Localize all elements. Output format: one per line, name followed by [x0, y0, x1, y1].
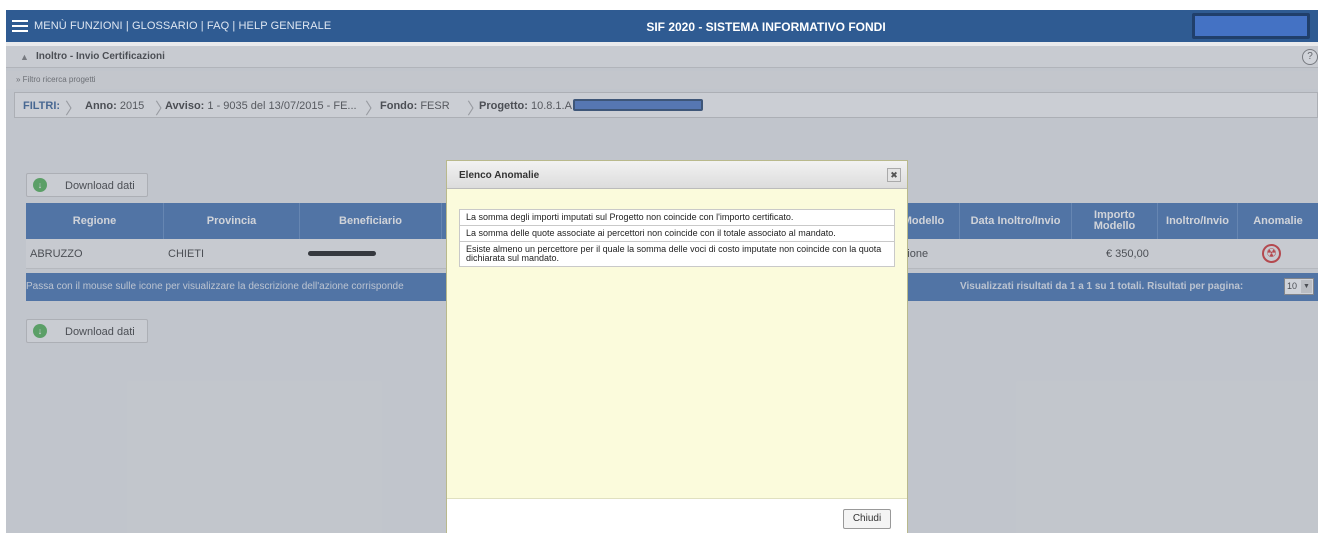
filter-anno-key: Anno: [85, 100, 117, 112]
col-regione[interactable]: Regione [26, 203, 164, 239]
list-item: Esiste almeno un percettore per il quale… [459, 242, 895, 267]
filter-progetto-key: Progetto: [479, 100, 528, 112]
dialog-footer: Chiudi [447, 498, 907, 533]
filter-toggle-label[interactable]: » Filtro ricerca progetti [16, 75, 96, 84]
dialog-title: Elenco Anomalie [459, 170, 540, 181]
filter-fondo-key: Fondo: [380, 100, 418, 112]
home-icon[interactable]: ▲ [20, 52, 29, 62]
col-data-inoltro[interactable]: Data Inoltro/Invio [960, 203, 1072, 239]
cell-importo: € 350,00 [1106, 248, 1149, 260]
pager-info: Visualizzati risultati da 1 a 1 su 1 tot… [960, 281, 1244, 292]
per-page-select[interactable]: 10 ▼ [1284, 278, 1314, 295]
cell-regione: ABRUZZO [30, 248, 83, 260]
download-icon: ↓ [33, 324, 47, 338]
close-icon[interactable]: ✖ [887, 168, 901, 182]
help-icon[interactable]: ? [1302, 49, 1318, 65]
breadcrumb: ▲ Inoltro - Invio Certificazioni ? [6, 46, 1318, 68]
filter-avviso-key: Avviso: [165, 100, 205, 112]
filter-anno-value: 2015 [119, 100, 145, 112]
cell-provincia: CHIETI [168, 248, 205, 260]
dialog-header: Elenco Anomalie ✖ [447, 161, 907, 189]
breadcrumb-page: Inoltro - Invio Certificazioni [36, 51, 165, 62]
download-label: Download dati [65, 180, 135, 192]
separator-icon: 〉 [65, 101, 82, 118]
chevron-down-icon: ▼ [1301, 280, 1312, 293]
beneficiario-redaction [308, 251, 376, 256]
col-anomalie[interactable]: Anomalie [1238, 203, 1318, 239]
app-title: SIF 2020 - SISTEMA INFORMATIVO FONDI [646, 20, 886, 34]
filter-avviso-value: 1 - 9035 del 13/07/2015 - FE... [207, 100, 357, 112]
col-inoltro[interactable]: Inoltro/Invio [1158, 203, 1238, 239]
col-beneficiario[interactable]: Beneficiario [300, 203, 442, 239]
anomaly-list: La somma degli importi imputati sul Prog… [459, 209, 895, 267]
separator-icon: 〉 [365, 101, 382, 118]
download-icon: ↓ [33, 178, 47, 192]
footer-hint: Passa con il mouse sulle icone per visua… [26, 281, 404, 292]
col-provincia[interactable]: Provincia [164, 203, 300, 239]
app-window: MENÙ FUNZIONI | GLOSSARIO | FAQ | HELP G… [6, 10, 1318, 533]
filter-avviso[interactable]: Avviso: 1 - 9035 del 13/07/2015 - FE... [165, 100, 357, 112]
anomaly-warning-icon[interactable]: ☢ [1262, 244, 1281, 263]
download-button-bottom[interactable]: ↓ Download dati [26, 319, 148, 343]
filters-label: FILTRI: [23, 100, 61, 112]
download-label: Download dati [65, 326, 135, 338]
filter-progetto[interactable]: Progetto: 10.8.1.A [479, 100, 572, 112]
anomalies-dialog: Elenco Anomalie ✖ La somma degli importi… [446, 160, 908, 533]
user-box-redacted[interactable] [1192, 13, 1310, 39]
download-button-top[interactable]: ↓ Download dati [26, 173, 148, 197]
filter-fondo[interactable]: Fondo: FESR [380, 100, 450, 112]
close-button[interactable]: Chiudi [843, 509, 891, 529]
filter-progetto-value: 10.8.1.A [530, 100, 572, 112]
hamburger-menu-icon[interactable] [12, 20, 28, 32]
filter-toggle[interactable]: » Filtro ricerca progetti [6, 71, 1318, 89]
per-page-value: 10 [1287, 281, 1298, 291]
list-item: La somma delle quote associate ai percet… [459, 226, 895, 242]
filter-fondo-value: FESR [420, 100, 450, 112]
top-bar: MENÙ FUNZIONI | GLOSSARIO | FAQ | HELP G… [6, 10, 1318, 42]
filter-anno[interactable]: Anno: 2015 [85, 100, 144, 112]
top-nav-links[interactable]: MENÙ FUNZIONI | GLOSSARIO | FAQ | HELP G… [34, 20, 331, 32]
progetto-redaction [573, 99, 703, 111]
col-importo[interactable]: Importo Modello [1072, 203, 1158, 239]
list-item: La somma degli importi imputati sul Prog… [459, 209, 895, 226]
filters-bar: FILTRI: 〉 Anno: 2015 〉 Avviso: 1 - 9035 … [14, 92, 1318, 118]
